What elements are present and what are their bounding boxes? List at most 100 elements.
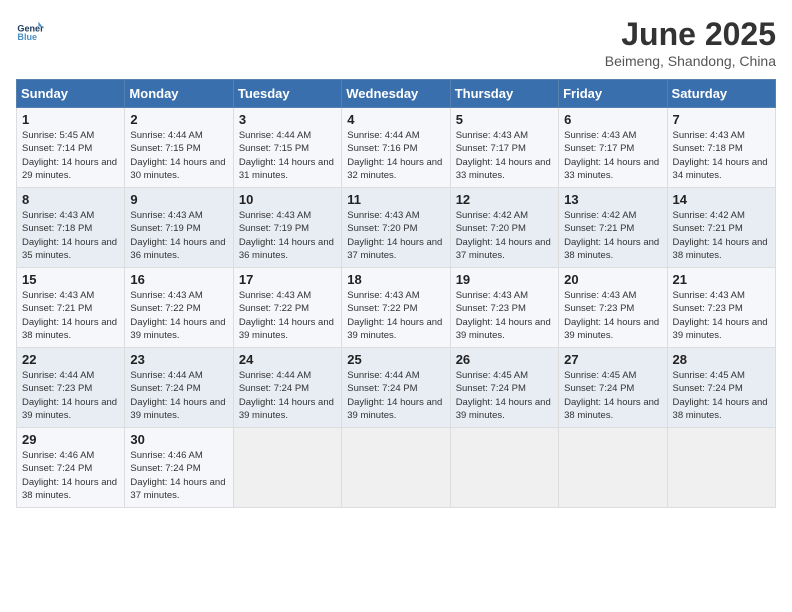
calendar-cell: 14 Sunrise: 4:42 AMSunset: 7:21 PMDaylig… — [667, 188, 775, 268]
day-number: 23 — [130, 352, 227, 367]
calendar-cell: 22 Sunrise: 4:44 AMSunset: 7:23 PMDaylig… — [17, 348, 125, 428]
cell-info: Sunrise: 4:46 AMSunset: 7:24 PMDaylight:… — [130, 450, 225, 501]
calendar-cell: 12 Sunrise: 4:42 AMSunset: 7:20 PMDaylig… — [450, 188, 558, 268]
cell-info: Sunrise: 4:43 AMSunset: 7:23 PMDaylight:… — [564, 290, 659, 341]
day-number: 28 — [673, 352, 770, 367]
cell-info: Sunrise: 4:44 AMSunset: 7:24 PMDaylight:… — [130, 370, 225, 421]
day-number: 7 — [673, 112, 770, 127]
day-header-thursday: Thursday — [450, 80, 558, 108]
svg-text:Blue: Blue — [17, 32, 37, 42]
day-number: 8 — [22, 192, 119, 207]
day-number: 30 — [130, 432, 227, 447]
cell-info: Sunrise: 4:43 AMSunset: 7:22 PMDaylight:… — [347, 290, 442, 341]
day-number: 25 — [347, 352, 444, 367]
calendar-cell: 23 Sunrise: 4:44 AMSunset: 7:24 PMDaylig… — [125, 348, 233, 428]
calendar-cell — [450, 428, 558, 508]
cell-info: Sunrise: 4:45 AMSunset: 7:24 PMDaylight:… — [564, 370, 659, 421]
day-number: 5 — [456, 112, 553, 127]
cell-info: Sunrise: 4:43 AMSunset: 7:22 PMDaylight:… — [130, 290, 225, 341]
cell-info: Sunrise: 4:43 AMSunset: 7:20 PMDaylight:… — [347, 210, 442, 261]
cell-info: Sunrise: 4:43 AMSunset: 7:17 PMDaylight:… — [456, 130, 551, 181]
day-number: 18 — [347, 272, 444, 287]
day-number: 11 — [347, 192, 444, 207]
day-number: 21 — [673, 272, 770, 287]
cell-info: Sunrise: 4:43 AMSunset: 7:17 PMDaylight:… — [564, 130, 659, 181]
calendar-cell: 11 Sunrise: 4:43 AMSunset: 7:20 PMDaylig… — [342, 188, 450, 268]
day-number: 22 — [22, 352, 119, 367]
calendar-cell: 30 Sunrise: 4:46 AMSunset: 7:24 PMDaylig… — [125, 428, 233, 508]
cell-info: Sunrise: 4:45 AMSunset: 7:24 PMDaylight:… — [673, 370, 768, 421]
calendar-cell: 27 Sunrise: 4:45 AMSunset: 7:24 PMDaylig… — [559, 348, 667, 428]
cell-info: Sunrise: 4:43 AMSunset: 7:18 PMDaylight:… — [673, 130, 768, 181]
day-header-tuesday: Tuesday — [233, 80, 341, 108]
calendar-cell — [559, 428, 667, 508]
title-block: June 2025 Beimeng, Shandong, China — [605, 16, 776, 69]
day-number: 19 — [456, 272, 553, 287]
cell-info: Sunrise: 4:44 AMSunset: 7:15 PMDaylight:… — [130, 130, 225, 181]
logo: General Blue — [16, 16, 44, 44]
calendar-cell: 1 Sunrise: 5:45 AMSunset: 7:14 PMDayligh… — [17, 108, 125, 188]
month-title: June 2025 — [605, 16, 776, 53]
calendar-cell: 18 Sunrise: 4:43 AMSunset: 7:22 PMDaylig… — [342, 268, 450, 348]
cell-info: Sunrise: 4:43 AMSunset: 7:18 PMDaylight:… — [22, 210, 117, 261]
day-number: 17 — [239, 272, 336, 287]
day-number: 4 — [347, 112, 444, 127]
calendar-cell: 16 Sunrise: 4:43 AMSunset: 7:22 PMDaylig… — [125, 268, 233, 348]
cell-info: Sunrise: 4:43 AMSunset: 7:19 PMDaylight:… — [239, 210, 334, 261]
day-header-saturday: Saturday — [667, 80, 775, 108]
calendar-week-row: 8 Sunrise: 4:43 AMSunset: 7:18 PMDayligh… — [17, 188, 776, 268]
cell-info: Sunrise: 4:44 AMSunset: 7:15 PMDaylight:… — [239, 130, 334, 181]
logo-icon: General Blue — [16, 16, 44, 44]
calendar-cell: 5 Sunrise: 4:43 AMSunset: 7:17 PMDayligh… — [450, 108, 558, 188]
cell-info: Sunrise: 4:44 AMSunset: 7:23 PMDaylight:… — [22, 370, 117, 421]
day-number: 3 — [239, 112, 336, 127]
day-number: 26 — [456, 352, 553, 367]
cell-info: Sunrise: 4:45 AMSunset: 7:24 PMDaylight:… — [456, 370, 551, 421]
day-header-friday: Friday — [559, 80, 667, 108]
calendar-cell — [233, 428, 341, 508]
cell-info: Sunrise: 4:43 AMSunset: 7:21 PMDaylight:… — [22, 290, 117, 341]
calendar-cell: 21 Sunrise: 4:43 AMSunset: 7:23 PMDaylig… — [667, 268, 775, 348]
day-header-sunday: Sunday — [17, 80, 125, 108]
cell-info: Sunrise: 4:46 AMSunset: 7:24 PMDaylight:… — [22, 450, 117, 501]
calendar-cell: 28 Sunrise: 4:45 AMSunset: 7:24 PMDaylig… — [667, 348, 775, 428]
cell-info: Sunrise: 4:42 AMSunset: 7:21 PMDaylight:… — [673, 210, 768, 261]
cell-info: Sunrise: 4:42 AMSunset: 7:20 PMDaylight:… — [456, 210, 551, 261]
day-number: 6 — [564, 112, 661, 127]
day-number: 12 — [456, 192, 553, 207]
calendar-week-row: 1 Sunrise: 5:45 AMSunset: 7:14 PMDayligh… — [17, 108, 776, 188]
cell-info: Sunrise: 4:43 AMSunset: 7:19 PMDaylight:… — [130, 210, 225, 261]
calendar-cell: 13 Sunrise: 4:42 AMSunset: 7:21 PMDaylig… — [559, 188, 667, 268]
day-number: 20 — [564, 272, 661, 287]
calendar-cell: 10 Sunrise: 4:43 AMSunset: 7:19 PMDaylig… — [233, 188, 341, 268]
day-number: 2 — [130, 112, 227, 127]
calendar-cell: 26 Sunrise: 4:45 AMSunset: 7:24 PMDaylig… — [450, 348, 558, 428]
day-number: 15 — [22, 272, 119, 287]
calendar-week-row: 29 Sunrise: 4:46 AMSunset: 7:24 PMDaylig… — [17, 428, 776, 508]
calendar-header-row: SundayMondayTuesdayWednesdayThursdayFrid… — [17, 80, 776, 108]
day-number: 13 — [564, 192, 661, 207]
calendar-cell: 3 Sunrise: 4:44 AMSunset: 7:15 PMDayligh… — [233, 108, 341, 188]
calendar-cell: 25 Sunrise: 4:44 AMSunset: 7:24 PMDaylig… — [342, 348, 450, 428]
calendar-week-row: 15 Sunrise: 4:43 AMSunset: 7:21 PMDaylig… — [17, 268, 776, 348]
calendar-cell: 20 Sunrise: 4:43 AMSunset: 7:23 PMDaylig… — [559, 268, 667, 348]
day-number: 14 — [673, 192, 770, 207]
calendar-cell: 2 Sunrise: 4:44 AMSunset: 7:15 PMDayligh… — [125, 108, 233, 188]
calendar-cell: 9 Sunrise: 4:43 AMSunset: 7:19 PMDayligh… — [125, 188, 233, 268]
day-number: 9 — [130, 192, 227, 207]
calendar-cell — [667, 428, 775, 508]
cell-info: Sunrise: 4:44 AMSunset: 7:24 PMDaylight:… — [347, 370, 442, 421]
day-number: 27 — [564, 352, 661, 367]
calendar-cell: 19 Sunrise: 4:43 AMSunset: 7:23 PMDaylig… — [450, 268, 558, 348]
cell-info: Sunrise: 4:44 AMSunset: 7:16 PMDaylight:… — [347, 130, 442, 181]
day-header-monday: Monday — [125, 80, 233, 108]
calendar-cell: 17 Sunrise: 4:43 AMSunset: 7:22 PMDaylig… — [233, 268, 341, 348]
cell-info: Sunrise: 4:43 AMSunset: 7:23 PMDaylight:… — [456, 290, 551, 341]
calendar-cell: 4 Sunrise: 4:44 AMSunset: 7:16 PMDayligh… — [342, 108, 450, 188]
day-header-wednesday: Wednesday — [342, 80, 450, 108]
calendar-cell: 24 Sunrise: 4:44 AMSunset: 7:24 PMDaylig… — [233, 348, 341, 428]
day-number: 1 — [22, 112, 119, 127]
day-number: 29 — [22, 432, 119, 447]
calendar-cell: 29 Sunrise: 4:46 AMSunset: 7:24 PMDaylig… — [17, 428, 125, 508]
day-number: 24 — [239, 352, 336, 367]
